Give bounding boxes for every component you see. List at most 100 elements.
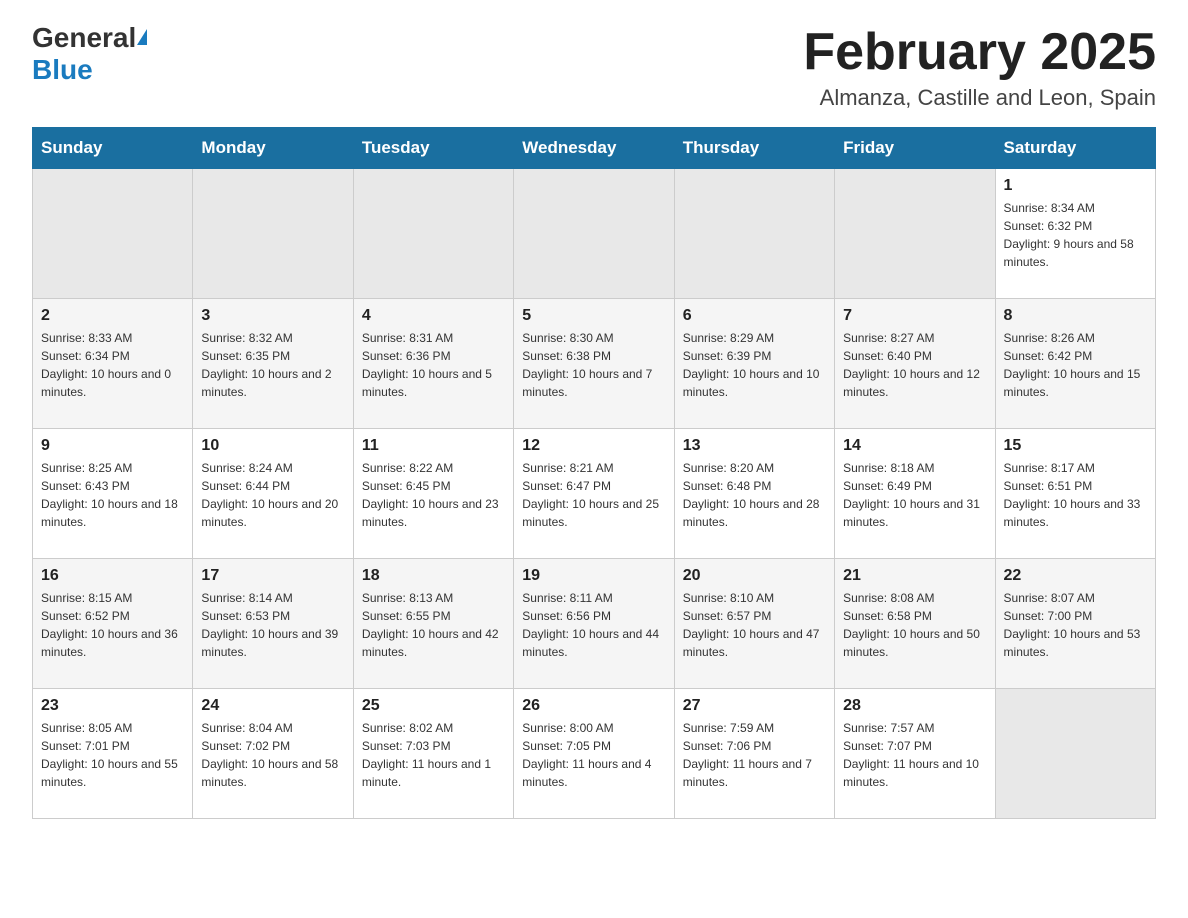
- logo-triangle-icon: [137, 29, 147, 45]
- day-info: Sunrise: 8:07 AM Sunset: 7:00 PM Dayligh…: [1004, 589, 1147, 661]
- calendar-cell: 26 Sunrise: 8:00 AM Sunset: 7:05 PM Dayli…: [514, 689, 674, 819]
- calendar-cell: 16 Sunrise: 8:15 AM Sunset: 6:52 PM Dayli…: [33, 559, 193, 689]
- logo-general: General: [32, 24, 136, 52]
- day-info: Sunrise: 8:18 AM Sunset: 6:49 PM Dayligh…: [843, 459, 986, 531]
- day-number: 22: [1004, 567, 1147, 585]
- day-info: Sunrise: 8:11 AM Sunset: 6:56 PM Dayligh…: [522, 589, 665, 661]
- logo-blue: Blue: [32, 54, 93, 86]
- calendar-week-row: 16 Sunrise: 8:15 AM Sunset: 6:52 PM Dayli…: [33, 559, 1156, 689]
- day-info: Sunrise: 8:31 AM Sunset: 6:36 PM Dayligh…: [362, 329, 505, 401]
- day-info: Sunrise: 8:24 AM Sunset: 6:44 PM Dayligh…: [201, 459, 344, 531]
- day-number: 5: [522, 307, 665, 325]
- day-number: 8: [1004, 307, 1147, 325]
- calendar-cell: 21 Sunrise: 8:08 AM Sunset: 6:58 PM Dayli…: [835, 559, 995, 689]
- day-number: 10: [201, 437, 344, 455]
- calendar-cell: 3 Sunrise: 8:32 AM Sunset: 6:35 PM Daylig…: [193, 299, 353, 429]
- calendar-week-row: 2 Sunrise: 8:33 AM Sunset: 6:34 PM Daylig…: [33, 299, 1156, 429]
- day-info: Sunrise: 8:04 AM Sunset: 7:02 PM Dayligh…: [201, 719, 344, 791]
- day-info: Sunrise: 8:27 AM Sunset: 6:40 PM Dayligh…: [843, 329, 986, 401]
- calendar-header-sunday: Sunday: [33, 128, 193, 169]
- calendar-header-friday: Friday: [835, 128, 995, 169]
- calendar-cell: [353, 169, 513, 299]
- calendar-cell: [995, 689, 1155, 819]
- day-info: Sunrise: 8:26 AM Sunset: 6:42 PM Dayligh…: [1004, 329, 1147, 401]
- calendar-cell: 23 Sunrise: 8:05 AM Sunset: 7:01 PM Dayli…: [33, 689, 193, 819]
- day-info: Sunrise: 8:25 AM Sunset: 6:43 PM Dayligh…: [41, 459, 184, 531]
- day-number: 9: [41, 437, 184, 455]
- day-info: Sunrise: 8:02 AM Sunset: 7:03 PM Dayligh…: [362, 719, 505, 791]
- day-info: Sunrise: 8:17 AM Sunset: 6:51 PM Dayligh…: [1004, 459, 1147, 531]
- day-number: 16: [41, 567, 184, 585]
- calendar-cell: 1 Sunrise: 8:34 AM Sunset: 6:32 PM Daylig…: [995, 169, 1155, 299]
- calendar-table: SundayMondayTuesdayWednesdayThursdayFrid…: [32, 127, 1156, 819]
- day-number: 20: [683, 567, 826, 585]
- day-number: 6: [683, 307, 826, 325]
- calendar-cell: 6Sunrise: 8:29 AM Sunset: 6:39 PM Daylig…: [674, 299, 834, 429]
- calendar-cell: 15 Sunrise: 8:17 AM Sunset: 6:51 PM Dayli…: [995, 429, 1155, 559]
- calendar-cell: 7Sunrise: 8:27 AM Sunset: 6:40 PM Daylig…: [835, 299, 995, 429]
- calendar-cell: 28 Sunrise: 7:57 AM Sunset: 7:07 PM Dayli…: [835, 689, 995, 819]
- month-title: February 2025: [803, 24, 1156, 81]
- day-info: Sunrise: 8:20 AM Sunset: 6:48 PM Dayligh…: [683, 459, 826, 531]
- day-number: 25: [362, 697, 505, 715]
- day-number: 14: [843, 437, 986, 455]
- day-info: Sunrise: 8:15 AM Sunset: 6:52 PM Dayligh…: [41, 589, 184, 661]
- day-number: 4: [362, 307, 505, 325]
- day-info: Sunrise: 8:14 AM Sunset: 6:53 PM Dayligh…: [201, 589, 344, 661]
- day-number: 12: [522, 437, 665, 455]
- day-info: Sunrise: 8:00 AM Sunset: 7:05 PM Dayligh…: [522, 719, 665, 791]
- calendar-cell: 25 Sunrise: 8:02 AM Sunset: 7:03 PM Dayli…: [353, 689, 513, 819]
- calendar-cell: 11 Sunrise: 8:22 AM Sunset: 6:45 PM Dayli…: [353, 429, 513, 559]
- calendar-cell: 18Sunrise: 8:13 AM Sunset: 6:55 PM Dayli…: [353, 559, 513, 689]
- logo: General Blue: [32, 24, 147, 86]
- day-info: Sunrise: 8:21 AM Sunset: 6:47 PM Dayligh…: [522, 459, 665, 531]
- calendar-cell: 13 Sunrise: 8:20 AM Sunset: 6:48 PM Dayli…: [674, 429, 834, 559]
- calendar-week-row: 23 Sunrise: 8:05 AM Sunset: 7:01 PM Dayli…: [33, 689, 1156, 819]
- calendar-cell: 24 Sunrise: 8:04 AM Sunset: 7:02 PM Dayli…: [193, 689, 353, 819]
- day-info: Sunrise: 8:05 AM Sunset: 7:01 PM Dayligh…: [41, 719, 184, 791]
- calendar-cell: [835, 169, 995, 299]
- calendar-week-row: 9 Sunrise: 8:25 AM Sunset: 6:43 PM Daylig…: [33, 429, 1156, 559]
- day-number: 1: [1004, 177, 1147, 195]
- day-number: 11: [362, 437, 505, 455]
- calendar-cell: 12 Sunrise: 8:21 AM Sunset: 6:47 PM Dayli…: [514, 429, 674, 559]
- day-number: 23: [41, 697, 184, 715]
- day-number: 28: [843, 697, 986, 715]
- calendar-cell: 9 Sunrise: 8:25 AM Sunset: 6:43 PM Daylig…: [33, 429, 193, 559]
- day-number: 2: [41, 307, 184, 325]
- calendar-header-tuesday: Tuesday: [353, 128, 513, 169]
- day-info: Sunrise: 8:32 AM Sunset: 6:35 PM Dayligh…: [201, 329, 344, 401]
- calendar-header-wednesday: Wednesday: [514, 128, 674, 169]
- day-info: Sunrise: 8:22 AM Sunset: 6:45 PM Dayligh…: [362, 459, 505, 531]
- day-info: Sunrise: 8:34 AM Sunset: 6:32 PM Dayligh…: [1004, 199, 1147, 271]
- calendar-cell: 10 Sunrise: 8:24 AM Sunset: 6:44 PM Dayli…: [193, 429, 353, 559]
- calendar-cell: 19Sunrise: 8:11 AM Sunset: 6:56 PM Dayli…: [514, 559, 674, 689]
- title-section: February 2025 Almanza, Castille and Leon…: [803, 24, 1156, 111]
- calendar-header-saturday: Saturday: [995, 128, 1155, 169]
- calendar-cell: 17 Sunrise: 8:14 AM Sunset: 6:53 PM Dayli…: [193, 559, 353, 689]
- calendar-cell: [514, 169, 674, 299]
- day-info: Sunrise: 8:10 AM Sunset: 6:57 PM Dayligh…: [683, 589, 826, 661]
- calendar-week-row: 1 Sunrise: 8:34 AM Sunset: 6:32 PM Daylig…: [33, 169, 1156, 299]
- day-info: Sunrise: 7:57 AM Sunset: 7:07 PM Dayligh…: [843, 719, 986, 791]
- day-number: 24: [201, 697, 344, 715]
- calendar-cell: 20 Sunrise: 8:10 AM Sunset: 6:57 PM Dayli…: [674, 559, 834, 689]
- day-info: Sunrise: 8:13 AM Sunset: 6:55 PM Dayligh…: [362, 589, 505, 661]
- day-info: Sunrise: 8:33 AM Sunset: 6:34 PM Dayligh…: [41, 329, 184, 401]
- calendar-cell: [193, 169, 353, 299]
- calendar-cell: [674, 169, 834, 299]
- location-title: Almanza, Castille and Leon, Spain: [803, 85, 1156, 111]
- day-number: 17: [201, 567, 344, 585]
- day-number: 27: [683, 697, 826, 715]
- day-number: 3: [201, 307, 344, 325]
- day-info: Sunrise: 8:08 AM Sunset: 6:58 PM Dayligh…: [843, 589, 986, 661]
- calendar-cell: 4 Sunrise: 8:31 AM Sunset: 6:36 PM Daylig…: [353, 299, 513, 429]
- day-number: 15: [1004, 437, 1147, 455]
- calendar-cell: 22 Sunrise: 8:07 AM Sunset: 7:00 PM Dayli…: [995, 559, 1155, 689]
- day-number: 13: [683, 437, 826, 455]
- calendar-cell: [33, 169, 193, 299]
- day-number: 21: [843, 567, 986, 585]
- day-number: 26: [522, 697, 665, 715]
- calendar-header-monday: Monday: [193, 128, 353, 169]
- day-info: Sunrise: 7:59 AM Sunset: 7:06 PM Dayligh…: [683, 719, 826, 791]
